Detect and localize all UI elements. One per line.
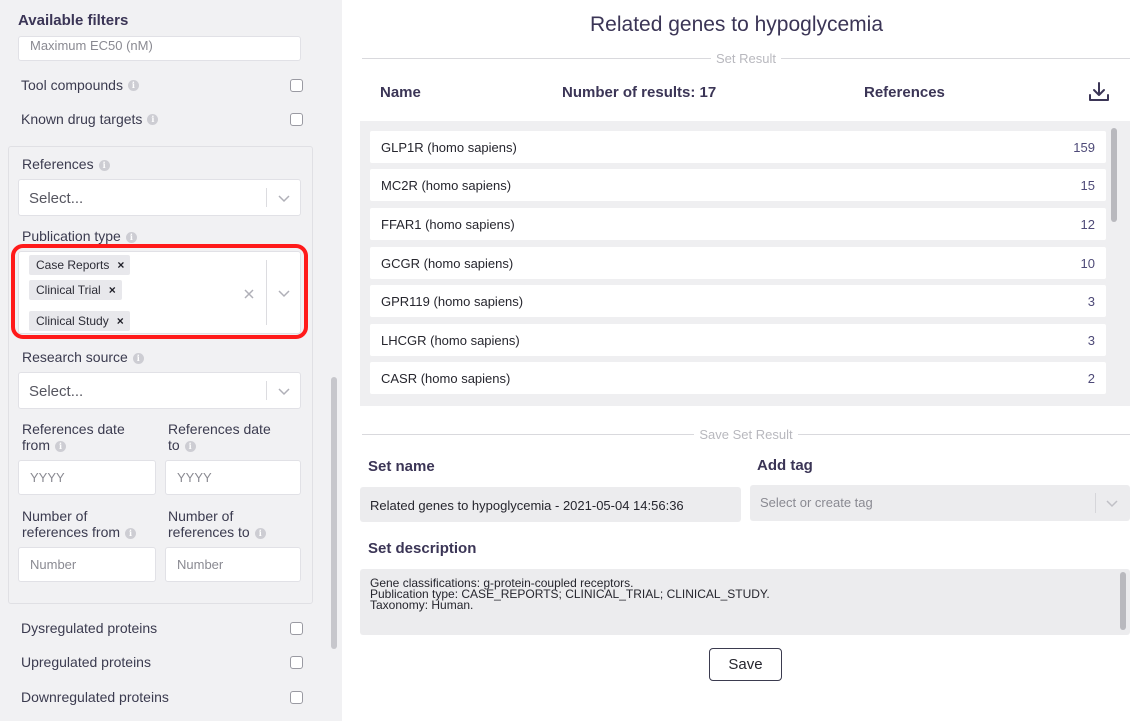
result-row[interactable]: FFAR1 (homo sapiens) 12 <box>370 208 1106 240</box>
result-row[interactable]: GLP1R (homo sapiens) 159 <box>370 131 1106 163</box>
info-icon: i <box>125 231 137 243</box>
info-icon: i <box>184 440 196 452</box>
filter-label: Dysregulated proteins <box>21 620 158 636</box>
select-separator <box>266 381 267 400</box>
filter-label: Downregulated proteins <box>21 689 169 705</box>
results-list: GLP1R (homo sapiens) 159 MC2R (homo sapi… <box>360 121 1130 406</box>
result-row[interactable]: GPR119 (homo sapiens) 3 <box>370 285 1106 317</box>
filter-known-drug-targets[interactable]: Known drug targets i <box>21 109 303 129</box>
num-references-from-label: Number of references from i <box>22 508 137 540</box>
result-references: 3 <box>1087 333 1095 348</box>
result-references: 15 <box>1080 178 1095 193</box>
set-name-input[interactable]: Related genes to hypoglycemia - 2021-05-… <box>360 487 741 522</box>
info-icon: i <box>132 352 144 364</box>
result-row[interactable]: MC2R (homo sapiens) 15 <box>370 169 1106 201</box>
references-label: References i <box>22 156 110 172</box>
result-name: FFAR1 (homo sapiens) <box>381 217 515 232</box>
info-icon: i <box>127 79 139 91</box>
select-separator <box>1095 493 1096 513</box>
result-row[interactable]: LHCGR (homo sapiens) 3 <box>370 324 1106 356</box>
chevron-down-icon[interactable] <box>276 383 292 399</box>
result-references: 2 <box>1087 371 1095 386</box>
save-set-result-divider: Save Set Result <box>362 426 1130 442</box>
info-icon: i <box>55 440 66 452</box>
num-references-to-input[interactable]: Number <box>165 547 301 582</box>
research-source-select[interactable]: Select... <box>18 372 301 409</box>
info-icon: i <box>98 159 110 171</box>
column-header-references: References <box>864 84 945 101</box>
set-description-textarea[interactable]: Gene classifications: g-protein-coupled … <box>360 569 1130 635</box>
known-drug-targets-checkbox[interactable] <box>290 113 303 126</box>
divider-label: Save Set Result <box>699 426 793 442</box>
result-references: 3 <box>1087 294 1095 309</box>
research-source-placeholder: Select... <box>29 383 84 400</box>
divider-label: Set Result <box>716 50 776 66</box>
set-name-label: Set name <box>368 458 435 475</box>
references-select[interactable]: Select... <box>18 179 301 216</box>
info-icon: i <box>254 527 266 539</box>
input-placeholder: YYYY <box>30 470 65 485</box>
references-placeholder: Select... <box>29 190 84 207</box>
filter-tool-compounds[interactable]: Tool compounds i <box>21 75 303 95</box>
tag-select[interactable]: Select or create tag <box>750 485 1130 521</box>
result-row[interactable]: GCGR (homo sapiens) 10 <box>370 247 1106 279</box>
set-name-value: Related genes to hypoglycemia - 2021-05-… <box>370 498 684 513</box>
column-header-count: Number of results: 17 <box>562 84 717 101</box>
references-date-from-input[interactable]: YYYY <box>18 460 156 495</box>
set-result-divider: Set Result <box>362 50 1131 66</box>
sidebar-scrollbar[interactable] <box>331 377 337 649</box>
filter-label: Upregulated proteins <box>21 654 151 670</box>
column-header-name: Name <box>380 84 421 101</box>
references-date-to-input[interactable]: YYYY <box>165 460 301 495</box>
save-button[interactable]: Save <box>709 648 782 681</box>
max-ec50-placeholder: Maximum EC50 (nM) <box>30 38 153 53</box>
set-description-label: Set description <box>368 540 477 557</box>
tag-placeholder: Select or create tag <box>760 495 873 510</box>
page-title: Related genes to hypoglycemia <box>590 13 884 36</box>
num-references-to-label: Number of references to i <box>168 508 266 540</box>
sidebar-title: Available filters <box>18 12 129 29</box>
filters-sidebar: Available filters Maximum EC50 (nM) Tool… <box>0 0 342 721</box>
select-separator <box>266 188 267 207</box>
references-date-to-label: References date to i <box>168 421 271 453</box>
result-references: 12 <box>1080 217 1095 232</box>
info-icon: i <box>147 113 159 125</box>
chevron-down-icon[interactable] <box>1104 495 1120 511</box>
result-references: 10 <box>1080 256 1095 271</box>
result-name: GCGR (homo sapiens) <box>381 256 514 271</box>
input-placeholder: Number <box>30 557 77 572</box>
filter-label: Known drug targets <box>21 111 143 127</box>
filter-downregulated-proteins[interactable]: Downregulated proteins <box>21 687 303 707</box>
num-references-from-input[interactable]: Number <box>18 547 156 582</box>
result-row[interactable]: CASR (homo sapiens) 2 <box>370 362 1106 394</box>
highlight-annotation <box>11 244 308 339</box>
upregulated-proteins-checkbox[interactable] <box>290 656 303 669</box>
result-name: GLP1R (homo sapiens) <box>381 140 517 155</box>
max-ec50-input[interactable]: Maximum EC50 (nM) <box>18 36 301 61</box>
download-icon[interactable] <box>1087 80 1111 104</box>
description-scrollbar[interactable] <box>1120 572 1126 630</box>
references-date-from-label: References date from i <box>22 421 125 453</box>
filter-upregulated-proteins[interactable]: Upregulated proteins <box>21 652 303 672</box>
filter-dysregulated-proteins[interactable]: Dysregulated proteins <box>21 618 303 638</box>
result-name: LHCGR (homo sapiens) <box>381 333 520 348</box>
result-references: 159 <box>1073 140 1095 155</box>
dysregulated-proteins-checkbox[interactable] <box>290 622 303 635</box>
publication-type-label: Publication type i <box>22 228 137 244</box>
input-placeholder: YYYY <box>177 470 212 485</box>
add-tag-label: Add tag <box>757 457 813 474</box>
downregulated-proteins-checkbox[interactable] <box>290 691 303 704</box>
chevron-down-icon[interactable] <box>276 190 292 206</box>
filter-label: Tool compounds <box>21 77 123 93</box>
result-name: CASR (homo sapiens) <box>381 371 511 386</box>
result-name: GPR119 (homo sapiens) <box>381 294 524 309</box>
description-line: Taxonomy: Human. <box>370 598 474 612</box>
input-placeholder: Number <box>177 557 224 572</box>
results-scrollbar[interactable] <box>1111 128 1117 222</box>
tool-compounds-checkbox[interactable] <box>290 79 303 92</box>
result-name: MC2R (homo sapiens) <box>381 178 512 193</box>
info-icon: i <box>125 527 137 539</box>
research-source-label: Research source i <box>22 349 144 365</box>
